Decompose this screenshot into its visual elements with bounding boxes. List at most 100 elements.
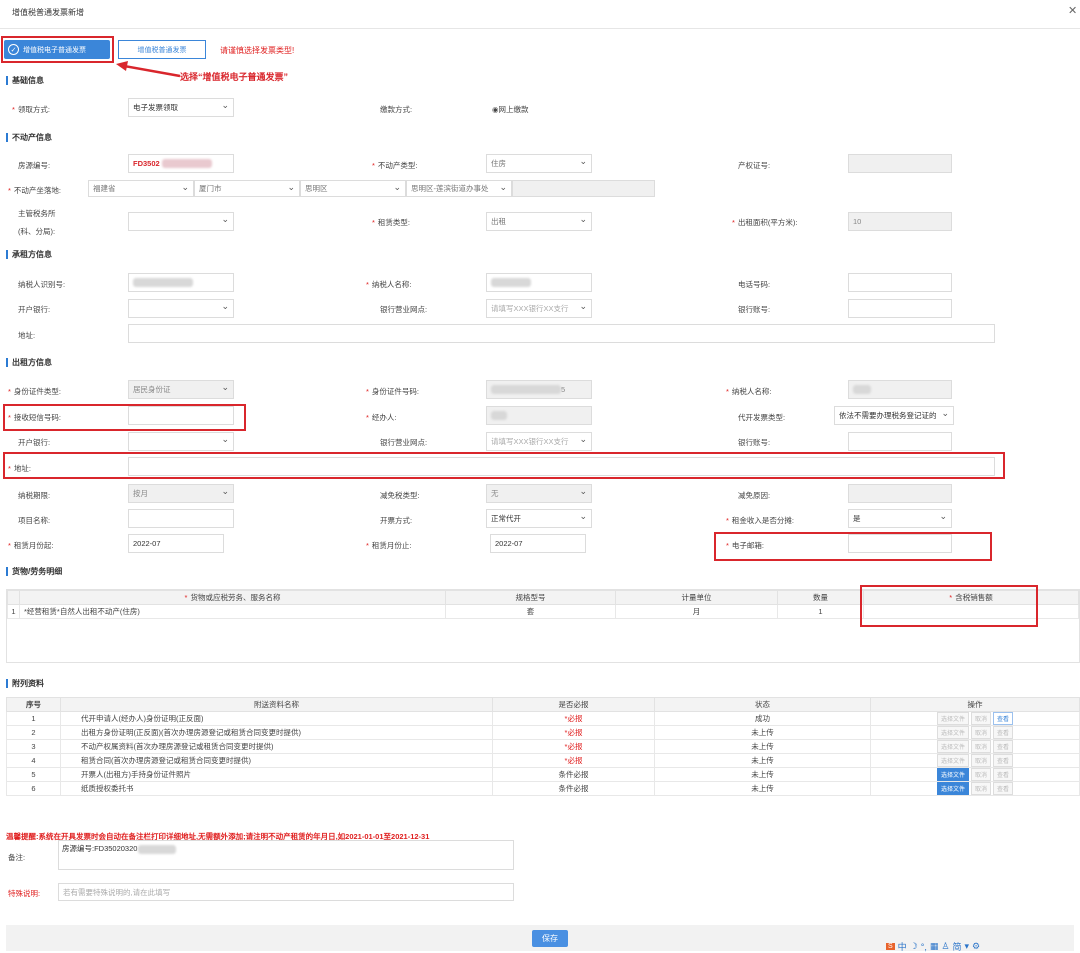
- att-status: 未上传: [654, 753, 871, 768]
- view-button[interactable]: 查看: [993, 726, 1014, 739]
- lessor-bank-label: 开户银行:: [18, 438, 51, 447]
- property-type-select[interactable]: 住房: [486, 154, 592, 173]
- pay-label: 缴款方式:: [380, 105, 413, 114]
- goods-header-spec: 规格型号: [445, 590, 616, 605]
- pay-radio[interactable]: ◉网上缴款: [492, 104, 529, 115]
- lessee-name-input[interactable]: [486, 273, 592, 292]
- cancel-button[interactable]: 取消: [970, 740, 991, 753]
- lessor-idno-input[interactable]: 5: [486, 380, 592, 399]
- view-button[interactable]: 查看: [993, 782, 1014, 795]
- cancel-button[interactable]: 取消: [970, 782, 991, 795]
- highlight-box: [3, 404, 246, 431]
- project-input[interactable]: [128, 509, 234, 528]
- invoice-type-hint: 请谨慎选择发票类型!: [220, 46, 295, 55]
- cancel-button[interactable]: 取消: [970, 712, 991, 725]
- shirt-icon: ▾: [964, 941, 970, 951]
- table-row: 3 不动产权属资料(首次办理房源登记或租赁合同变更时提供) *必报 未上传 选择…: [6, 739, 1080, 754]
- cancel-button[interactable]: 取消: [970, 768, 991, 781]
- view-button[interactable]: 查看: [993, 740, 1014, 753]
- lessor-account-input[interactable]: [848, 432, 952, 451]
- remark-label: 备注:: [8, 853, 26, 862]
- att-header-actions: 操作: [870, 697, 1080, 712]
- tab-paper-invoice[interactable]: 增值税普通发票: [118, 40, 206, 59]
- lessee-address-input[interactable]: [128, 324, 995, 343]
- issue-method-select[interactable]: 正常代开: [486, 509, 592, 528]
- section-basic: 基础信息: [6, 76, 44, 85]
- lessee-phone-input[interactable]: [848, 273, 952, 292]
- select-file-button[interactable]: 选择文件: [936, 768, 969, 781]
- att-header-status: 状态: [654, 697, 871, 712]
- lessor-bank-select[interactable]: [128, 432, 234, 451]
- period-select[interactable]: 按月: [128, 484, 234, 503]
- area-label: * 出租面积(平方米):: [732, 218, 798, 227]
- att-no: 1: [6, 711, 61, 726]
- att-required: *必报: [492, 725, 655, 740]
- lessor-name-input[interactable]: [848, 380, 952, 399]
- ime-simplified[interactable]: 简: [952, 940, 961, 953]
- area-input[interactable]: 10: [848, 212, 952, 231]
- lessor-idno-label: * 身份证件号码:: [366, 387, 420, 396]
- view-button[interactable]: 查看: [993, 754, 1014, 767]
- select-file-button[interactable]: 选择文件: [936, 712, 969, 725]
- goods-row-unit[interactable]: 月: [615, 604, 778, 619]
- agent-input[interactable]: [486, 406, 592, 425]
- province-select[interactable]: 福建省: [88, 180, 194, 197]
- special-input[interactable]: 若有需要特殊说明的,请在此填写: [58, 883, 514, 901]
- tax-office-select[interactable]: [128, 212, 234, 231]
- keyboard-icon: ▦: [929, 941, 939, 951]
- lessee-account-input[interactable]: [848, 299, 952, 318]
- close-icon[interactable]: ✕: [1068, 4, 1077, 17]
- relief-reason-label: 减免原因:: [738, 491, 771, 500]
- relief-reason-input[interactable]: [848, 484, 952, 503]
- lessee-bank-select[interactable]: [128, 299, 234, 318]
- att-name: 租赁合同(首次办理房源登记或租赁合同变更时提供): [60, 753, 493, 768]
- att-status: 未上传: [654, 767, 871, 782]
- att-status: 未上传: [654, 725, 871, 740]
- goods-row-name[interactable]: *经营租赁*自然人出租不动产(住房): [19, 604, 446, 619]
- district-select[interactable]: 思明区: [300, 180, 406, 197]
- att-no: 4: [6, 753, 61, 768]
- relief-type-select[interactable]: 无: [486, 484, 592, 503]
- start-input[interactable]: 2022-07: [128, 534, 224, 553]
- city-select[interactable]: 厦门市: [194, 180, 300, 197]
- goods-row-qty[interactable]: 1: [777, 604, 864, 619]
- ime-chinese[interactable]: 中: [898, 940, 907, 953]
- att-required: 条件必报: [492, 781, 655, 796]
- issue-method-label: 开票方式:: [380, 516, 413, 525]
- table-row: 5 开票人(出租方)手持身份证件照片 条件必报 未上传 选择文件 取消 查看: [6, 767, 1080, 782]
- lease-type-select[interactable]: 出租: [486, 212, 592, 231]
- agent-type-select[interactable]: 依法不需要办理税务登记证的: [834, 406, 954, 425]
- lessor-branch-select[interactable]: 请填写XXX银行XX支行: [486, 432, 592, 451]
- att-required: 条件必报: [492, 767, 655, 782]
- select-file-button[interactable]: 选择文件: [936, 740, 969, 753]
- highlight-box: [3, 452, 1005, 479]
- highlight-box: [1, 36, 114, 63]
- cert-input[interactable]: [848, 154, 952, 173]
- lessee-branch-select[interactable]: 请填写XXX银行XX支行: [486, 299, 592, 318]
- lessor-idtype-select[interactable]: 居民身份证: [128, 380, 234, 399]
- split-select[interactable]: 是: [848, 509, 952, 528]
- lessor-name-label: * 纳税人名称:: [726, 387, 772, 396]
- lessor-account-label: 银行账号:: [738, 438, 771, 447]
- street-detail-input[interactable]: [512, 180, 655, 197]
- project-label: 项目名称:: [18, 516, 51, 525]
- view-button[interactable]: 查看: [993, 768, 1014, 781]
- punctuation-icon: °,: [920, 941, 927, 952]
- end-input[interactable]: 2022-07: [490, 534, 586, 553]
- view-button[interactable]: 查看: [993, 712, 1014, 725]
- select-file-button[interactable]: 选择文件: [936, 726, 969, 739]
- house-no-input[interactable]: FD3502: [128, 154, 234, 173]
- lessee-taxid-input[interactable]: [128, 273, 234, 292]
- goods-row-spec[interactable]: 套: [445, 604, 616, 619]
- street-select[interactable]: 思明区-莲滨街道办事处: [406, 180, 512, 197]
- select-file-button[interactable]: 选择文件: [936, 754, 969, 767]
- ime-toolbar[interactable]: S 中 ☽ °, ▦ ♙ 简 ▾ ⚙: [886, 940, 980, 953]
- select-file-button[interactable]: 选择文件: [936, 782, 969, 795]
- save-button[interactable]: 保存: [532, 930, 568, 947]
- remark-textarea[interactable]: 房源编号:FD35020320: [58, 840, 514, 870]
- table-row: 6 纸质授权委托书 条件必报 未上传 选择文件 取消 查看: [6, 781, 1080, 796]
- cancel-button[interactable]: 取消: [970, 754, 991, 767]
- house-no-label: 房源编号:: [18, 161, 51, 170]
- receive-select[interactable]: 电子发票领取: [128, 98, 234, 117]
- cancel-button[interactable]: 取消: [970, 726, 991, 739]
